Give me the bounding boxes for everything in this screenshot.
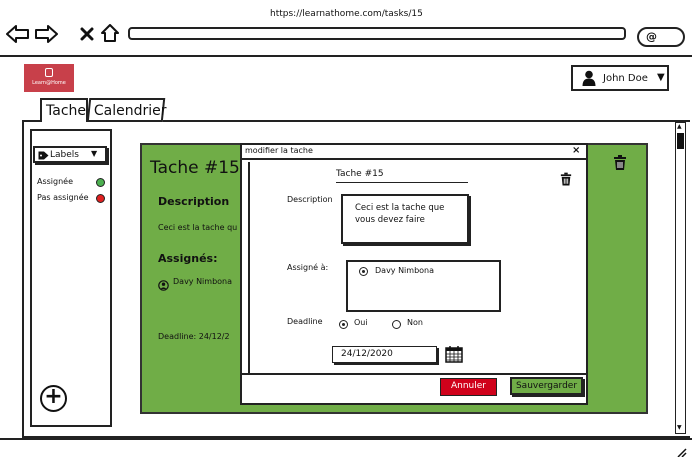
tag-icon: [38, 151, 49, 163]
deadline-label: Deadline: [287, 317, 323, 326]
close-icon[interactable]: ×: [572, 145, 580, 156]
trash-icon[interactable]: [613, 155, 627, 175]
save-button[interactable]: Sauvergarder: [510, 377, 583, 395]
user-name: John Doe: [603, 73, 648, 84]
card-description-heading: Description: [158, 195, 230, 208]
deadline-yes-label: Oui: [354, 318, 368, 327]
scroll-thumb[interactable]: [677, 133, 684, 149]
home-icon[interactable]: [100, 24, 120, 42]
sidebar: [30, 129, 112, 427]
close-x-icon[interactable]: [80, 27, 94, 41]
search-icon: @: [646, 30, 657, 43]
card-title: Tache #15: [150, 158, 240, 178]
caret-down-icon: ▼: [91, 149, 98, 158]
user-menu-button[interactable]: John Doe ▼: [571, 65, 669, 91]
green-dot-icon: [96, 178, 105, 187]
caret-down-icon: ▼: [657, 72, 665, 83]
label-pas-assignee[interactable]: Pas assignée: [37, 193, 89, 202]
deadline-no-radio[interactable]: [392, 320, 401, 329]
logo-text: Learn@Home: [32, 80, 66, 86]
tab-tache[interactable]: Tache: [40, 98, 88, 122]
red-dot-icon: [96, 194, 105, 203]
cancel-button[interactable]: Annuler: [440, 378, 497, 396]
assignee-radio[interactable]: [359, 267, 368, 276]
labels-button-label: Labels: [50, 150, 79, 160]
url-text: https://learnathome.com/tasks/15: [270, 9, 423, 19]
plus-icon: +: [44, 384, 63, 409]
app-logo: Learn@Home: [24, 64, 74, 92]
resize-grip-icon[interactable]: [675, 443, 687, 457]
modal-title: modifier la tache: [245, 146, 313, 155]
assigned-label: Assigné à:: [287, 263, 329, 272]
description-textarea[interactable]: Ceci est la tache que vous devez faire: [341, 194, 469, 244]
scroll-down-icon[interactable]: ▼: [677, 424, 682, 431]
card-assignee: Davy Nimbona: [173, 277, 233, 286]
vertical-scrollbar[interactable]: [675, 122, 686, 434]
status-bar: [0, 438, 692, 457]
calendar-icon[interactable]: [445, 345, 463, 367]
forward-arrow-icon[interactable]: [34, 25, 58, 43]
card-description-text: Ceci est la tache qu: [158, 223, 238, 232]
modal-footer-divider: [242, 373, 586, 375]
person-icon: [158, 276, 169, 295]
tab-calendrier[interactable]: Calendrier: [86, 98, 167, 122]
tab-label: Tache: [46, 103, 86, 119]
description-label: Description: [287, 195, 333, 204]
tab-label: Calendrier: [93, 103, 167, 119]
assignee-name: Davy Nimbona: [375, 266, 435, 275]
address-bar[interactable]: [128, 27, 626, 40]
trash-icon[interactable]: [560, 172, 572, 191]
scroll-up-icon[interactable]: ▲: [677, 123, 682, 130]
lock-icon: [45, 68, 53, 77]
search-button[interactable]: @: [637, 27, 685, 47]
back-arrow-icon[interactable]: [6, 25, 30, 43]
label-assignee[interactable]: Assignée: [37, 177, 73, 186]
deadline-no-label: Non: [407, 318, 423, 327]
user-icon: [582, 70, 596, 89]
card-deadline: Deadline: 24/12/2: [158, 332, 230, 341]
task-name-input[interactable]: Tache #15: [336, 169, 468, 183]
deadline-yes-radio[interactable]: [339, 320, 348, 329]
date-input[interactable]: 24/12/2020: [332, 346, 437, 363]
labels-dropdown[interactable]: Labels ▼: [33, 146, 107, 163]
add-task-button[interactable]: +: [40, 385, 67, 412]
card-assignees-heading: Assignés:: [158, 252, 218, 265]
